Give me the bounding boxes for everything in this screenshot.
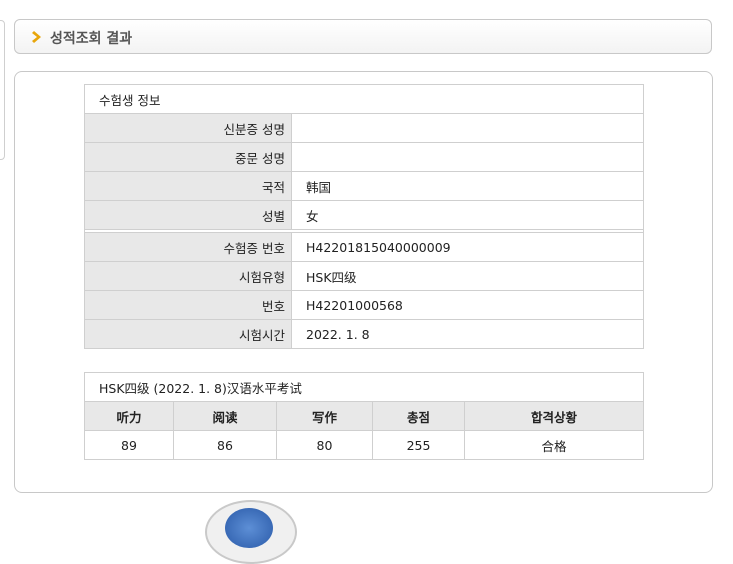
table-row: 시험시간 2022. 1. 8 — [84, 319, 644, 349]
column-header: 听力 — [84, 401, 174, 431]
row-value: HSK四级 — [291, 261, 644, 291]
page-title: 성적조회 결과 — [50, 31, 133, 47]
table-row: 번호 H42201000568 — [84, 290, 644, 320]
score-table: HSK四级 (2022. 1. 8)汉语水平考试 听力 阅读 写作 총점 합격상… — [84, 372, 644, 460]
column-header: 합격상황 — [464, 401, 644, 431]
row-label: 국적 — [84, 171, 292, 201]
table-row: 신분증 성명 — [84, 113, 644, 143]
row-label: 성별 — [84, 200, 292, 230]
table-row: 수험증 번호 H42201815040000009 — [84, 232, 644, 262]
row-value: H42201000568 — [291, 290, 644, 320]
row-value — [291, 113, 644, 143]
table-row: 수험생 정보 — [84, 84, 644, 114]
score-cell: 89 — [84, 430, 174, 460]
score-cell: 80 — [276, 430, 373, 460]
score-cell: 255 — [372, 430, 465, 460]
info-table-caption: 수험생 정보 — [84, 84, 644, 114]
row-value: 韩国 — [291, 171, 644, 201]
column-header: 阅读 — [173, 401, 277, 431]
table-row: 성별 女 — [84, 200, 644, 230]
row-label: 신분증 성명 — [84, 113, 292, 143]
row-label: 시험시간 — [84, 319, 292, 349]
score-cell: 86 — [173, 430, 277, 460]
row-label: 시험유형 — [84, 261, 292, 291]
left-panel-fragment — [0, 20, 5, 160]
table-row: 시험유형 HSK四级 — [84, 261, 644, 291]
score-table-caption: HSK四级 (2022. 1. 8)汉语水平考试 — [84, 372, 644, 402]
column-header: 총점 — [372, 401, 465, 431]
row-value: H42201815040000009 — [291, 232, 644, 262]
table-row: 국적 韩国 — [84, 171, 644, 201]
table-header-row: 听力 阅读 写作 총점 합격상황 — [84, 401, 644, 431]
seal-emblem-icon — [205, 500, 297, 564]
row-label: 중문 성명 — [84, 142, 292, 172]
row-value — [291, 142, 644, 172]
score-cell: 合格 — [464, 430, 644, 460]
chevron-right-icon — [32, 31, 41, 43]
row-value: 2022. 1. 8 — [291, 319, 644, 349]
row-label: 수험증 번호 — [84, 232, 292, 262]
candidate-info-table: 수험생 정보 신분증 성명 중문 성명 국적 韩国 성별 女 수험증 번호 H4… — [84, 84, 644, 349]
row-value: 女 — [291, 200, 644, 230]
section-title-bar: 성적조회 결과 — [14, 19, 712, 54]
table-row: 중문 성명 — [84, 142, 644, 172]
table-row: HSK四级 (2022. 1. 8)汉语水平考试 — [84, 372, 644, 402]
column-header: 写作 — [276, 401, 373, 431]
table-row: 89 86 80 255 合格 — [84, 430, 644, 460]
row-label: 번호 — [84, 290, 292, 320]
